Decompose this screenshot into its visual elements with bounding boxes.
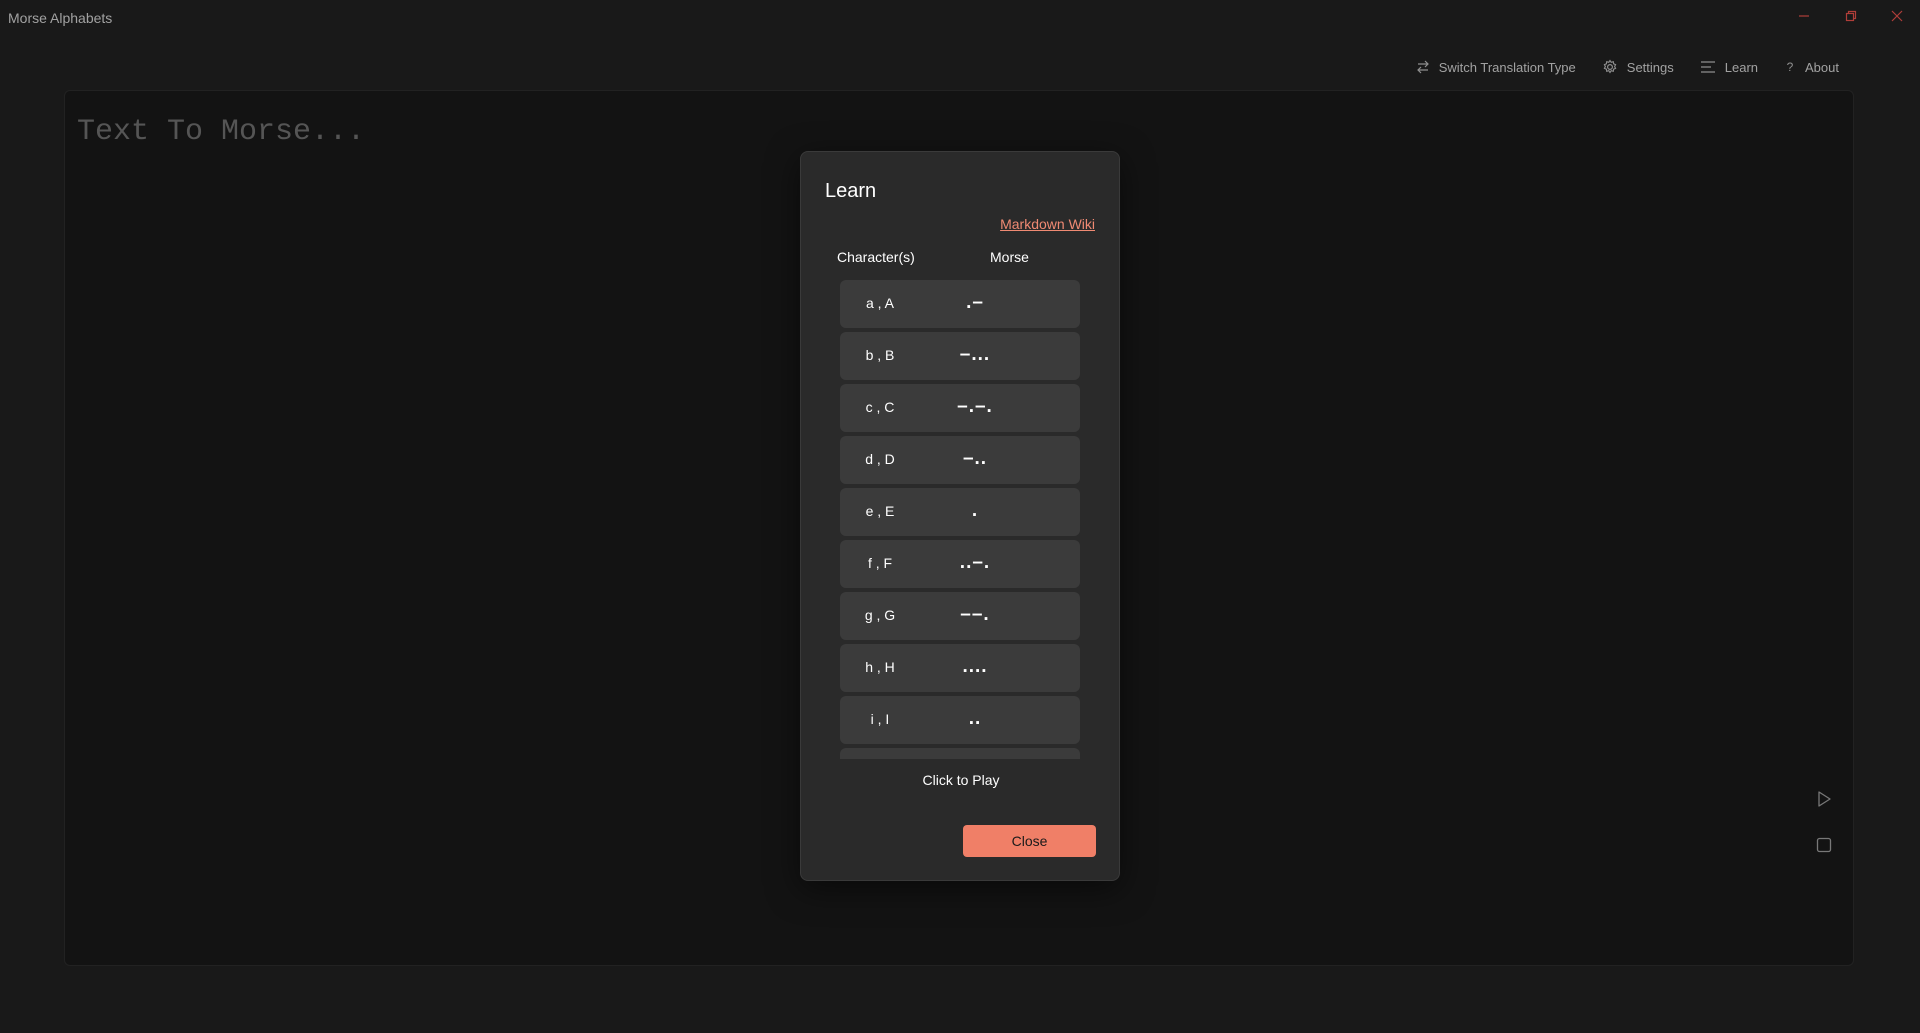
list-item[interactable]: g , G ––. [840,592,1080,640]
row-characters: g , G [864,607,896,623]
row-characters: i , I [870,711,890,727]
morse-list[interactable]: a , A .– b , B –... c , C –.–. d , D –..… [840,280,1080,759]
dialog-title: Learn [825,180,877,202]
column-header-characters: Character(s) [837,249,915,265]
list-item[interactable]: f , F ..–. [840,540,1080,588]
row-morse-code: ––. [960,604,990,625]
markdown-wiki-link[interactable]: Markdown Wiki [1000,216,1095,232]
row-characters: f , F [867,555,893,571]
close-dialog-button[interactable]: Close [963,825,1096,857]
list-item[interactable]: a , A .– [840,280,1080,328]
row-morse-code: .– [966,292,984,313]
row-characters: h , H [865,659,895,675]
column-header-morse: Morse [990,249,1029,265]
row-morse-code: . [971,500,979,521]
list-item[interactable]: e , E . [840,488,1080,536]
learn-dialog: Learn Markdown Wiki Character(s) Morse a… [800,151,1120,881]
row-characters: c , C [865,399,895,415]
row-morse-code: .. [968,708,982,729]
list-item[interactable]: h , H .... [840,644,1080,692]
row-morse-code: –... [959,344,991,365]
list-item[interactable]: d , D –.. [840,436,1080,484]
list-item[interactable]: c , C –.–. [840,384,1080,432]
click-to-play-hint: Click to Play [922,772,1000,788]
row-characters: b , B [865,347,895,363]
row-characters: a , A [865,295,895,311]
list-item[interactable]: i , I .. [840,696,1080,744]
list-item[interactable]: b , B –... [840,332,1080,380]
row-morse-code: ..–. [959,552,991,573]
row-characters: d , D [865,451,895,467]
row-morse-code: .... [962,656,988,677]
row-morse-code: –.–. [957,396,993,417]
list-item[interactable] [840,748,1080,759]
row-morse-code: –.. [962,448,988,469]
row-characters: e , E [865,503,895,519]
